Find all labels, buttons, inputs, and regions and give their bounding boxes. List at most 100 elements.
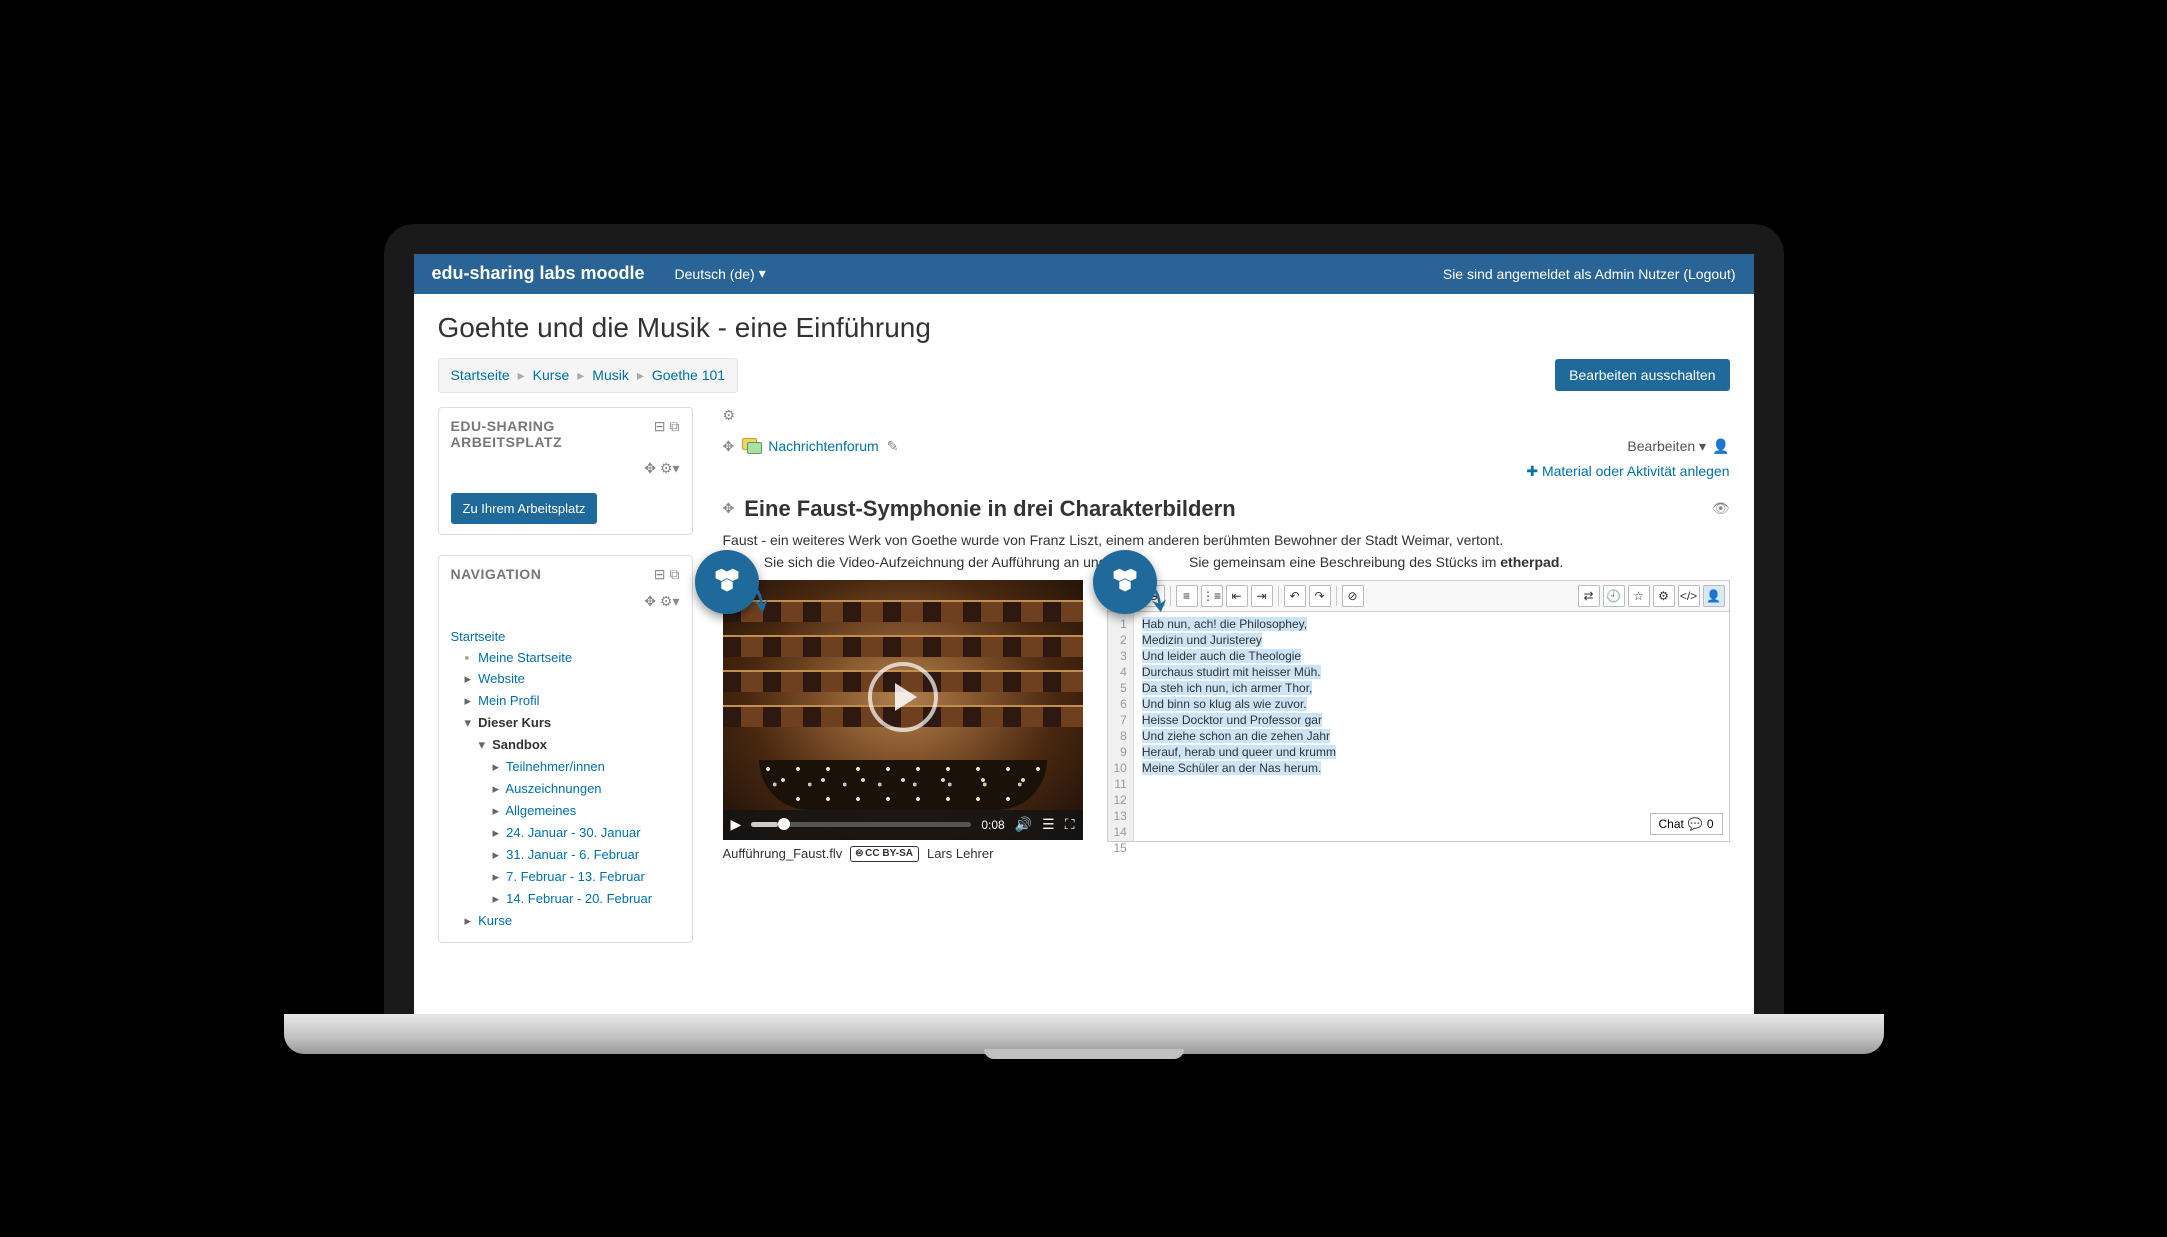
redo-icon[interactable]: ↷ bbox=[1309, 585, 1331, 607]
navbar: edu-sharing labs moodle Deutsch (de) ▾ S… bbox=[414, 254, 1754, 294]
language-selector[interactable]: Deutsch (de) ▾ bbox=[675, 265, 766, 282]
language-label: Deutsch (de) bbox=[675, 266, 755, 282]
users-icon[interactable]: 👤 bbox=[1703, 585, 1725, 607]
nav-teilnehmer[interactable]: Teilnehmer/innen bbox=[506, 759, 605, 774]
nav-week3[interactable]: 7. Februar - 13. Februar bbox=[506, 869, 645, 884]
unordered-list-icon[interactable]: ⋮≡ bbox=[1201, 585, 1223, 607]
breadcrumb-separator-icon: ▸ bbox=[518, 367, 525, 384]
toggle-editing-button[interactable]: Bearbeiten ausschalten bbox=[1555, 359, 1729, 391]
fullscreen-icon[interactable]: ⛶ bbox=[1065, 816, 1075, 833]
dock-icon[interactable]: ⧉ bbox=[670, 418, 680, 435]
navigation-block-title: NAVIGATION bbox=[451, 566, 542, 582]
nav-week1[interactable]: 24. Januar - 30. Januar bbox=[506, 825, 640, 840]
indent-icon[interactable]: ⇥ bbox=[1251, 585, 1273, 607]
forum-link[interactable]: Nachrichtenforum bbox=[768, 438, 879, 454]
ordered-list-icon[interactable]: ≡ bbox=[1176, 585, 1198, 607]
collapse-icon[interactable]: ⊟ bbox=[654, 418, 666, 435]
edu-sharing-badge bbox=[695, 550, 759, 614]
nav-auszeichnungen[interactable]: Auszeichnungen bbox=[505, 781, 601, 796]
volume-icon[interactable]: 🔊 bbox=[1015, 816, 1032, 833]
editor-body[interactable]: 123456789101112131415 Hab nun, ach! die … bbox=[1107, 612, 1730, 842]
subtitles-icon[interactable]: ☰ bbox=[1042, 816, 1055, 833]
caret-right-icon[interactable] bbox=[493, 759, 503, 775]
nav-dieser-kurs[interactable]: Dieser Kurs bbox=[478, 715, 551, 730]
video-time: 0:08 bbox=[981, 818, 1004, 832]
caret-right-icon[interactable] bbox=[493, 825, 503, 841]
user-link[interactable]: Admin Nutzer bbox=[1595, 266, 1680, 282]
embed-icon[interactable]: </> bbox=[1678, 585, 1700, 607]
clear-format-icon[interactable]: ⊘ bbox=[1342, 585, 1364, 607]
nav-week4[interactable]: 14. Februar - 20. Februar bbox=[506, 891, 652, 906]
arrow-down-right-icon bbox=[735, 578, 773, 616]
breadcrumb-item[interactable]: Goethe 101 bbox=[652, 367, 725, 383]
caret-right-icon[interactable] bbox=[493, 803, 503, 819]
caret-right-icon[interactable] bbox=[493, 847, 503, 863]
move-icon[interactable]: ✥ bbox=[723, 500, 735, 517]
gear-icon[interactable]: ⚙ bbox=[723, 407, 736, 423]
nav-meine-startseite[interactable]: Meine Startseite bbox=[478, 650, 572, 665]
import-export-icon[interactable]: ⇄ bbox=[1578, 585, 1600, 607]
star-icon[interactable]: ☆ bbox=[1628, 585, 1650, 607]
nav-week2[interactable]: 31. Januar - 6. Februar bbox=[506, 847, 639, 862]
section-paragraph: XXXX Sie sich die Video-Aufzeichnung der… bbox=[723, 554, 1730, 570]
timeslider-icon[interactable]: 🕘 bbox=[1603, 585, 1625, 607]
progress-bar[interactable] bbox=[751, 822, 971, 827]
play-icon[interactable]: ▶ bbox=[731, 816, 742, 833]
undo-icon[interactable]: ↶ bbox=[1284, 585, 1306, 607]
gear-icon[interactable]: ⚙ bbox=[660, 460, 673, 476]
pencil-icon[interactable]: ✎ bbox=[887, 438, 899, 455]
move-icon[interactable]: ✥ bbox=[644, 460, 656, 476]
outdent-icon[interactable]: ⇤ bbox=[1226, 585, 1248, 607]
page-title: Goehte und die Musik - eine Einführung bbox=[438, 312, 1730, 344]
nav-website[interactable]: Website bbox=[478, 671, 525, 686]
login-prefix: Sie sind angemeldet als bbox=[1443, 266, 1595, 282]
caret-right-icon[interactable] bbox=[493, 781, 503, 797]
caret-right-icon[interactable] bbox=[493, 869, 503, 885]
settings-icon[interactable]: ⚙ bbox=[1653, 585, 1675, 607]
editor-toolbar: S ≡ ⋮≡ ⇤ ⇥ ↶ ↷ ⊘ bbox=[1107, 580, 1730, 612]
nav-mein-profil[interactable]: Mein Profil bbox=[478, 693, 539, 708]
section-title: Eine Faust-Symphonie in drei Charakterbi… bbox=[744, 496, 1235, 522]
caret-right-icon[interactable] bbox=[493, 891, 503, 907]
caret-right-icon[interactable] bbox=[465, 671, 475, 687]
nav-startseite[interactable]: Startseite bbox=[451, 629, 506, 644]
person-icon[interactable]: 👤 bbox=[1712, 438, 1729, 455]
video-player[interactable]: ▶ 0:08 🔊 ☰ ⛶ bbox=[723, 580, 1083, 840]
breadcrumb-item[interactable]: Startseite bbox=[451, 367, 510, 383]
collapse-icon[interactable]: ⊟ bbox=[654, 566, 666, 583]
nav-allgemeines[interactable]: Allgemeines bbox=[505, 803, 576, 818]
editor-content[interactable]: Hab nun, ach! die Philosophey,Medizin un… bbox=[1134, 612, 1729, 841]
chat-button[interactable]: Chat 💬 0 bbox=[1650, 813, 1723, 835]
move-icon[interactable]: ✥ bbox=[644, 593, 656, 609]
breadcrumb-item[interactable]: Kurse bbox=[533, 367, 570, 383]
section-paragraph: Faust - ein weiteres Werk von Goethe wur… bbox=[723, 532, 1730, 548]
gear-icon[interactable]: ⚙ bbox=[660, 593, 673, 609]
nav-sandbox[interactable]: Sandbox bbox=[492, 737, 547, 752]
breadcrumb-separator-icon: ▸ bbox=[637, 367, 644, 384]
navbar-brand[interactable]: edu-sharing labs moodle bbox=[432, 263, 645, 284]
add-activity-link[interactable]: ✚ Material oder Aktivität anlegen bbox=[1526, 463, 1729, 479]
caret-right-icon[interactable] bbox=[465, 693, 475, 709]
edit-dropdown[interactable]: Bearbeiten ▾ bbox=[1627, 438, 1706, 455]
play-button[interactable] bbox=[868, 662, 938, 732]
move-icon[interactable]: ✥ bbox=[723, 438, 735, 455]
forum-icon bbox=[742, 438, 760, 454]
breadcrumb-item[interactable]: Musik bbox=[592, 367, 629, 383]
caret-down-icon[interactable] bbox=[465, 715, 475, 731]
eye-icon[interactable]: 👁 bbox=[1712, 500, 1730, 517]
license-badge: 🅭 CC BY-SA bbox=[850, 846, 919, 862]
navigation-tree: Startseite Meine Startseite Website Mein… bbox=[451, 626, 680, 932]
workspace-block-title: EDU-SHARING ARBEITSPLATZ bbox=[451, 418, 654, 450]
chat-bubble-icon: 💬 bbox=[1688, 817, 1703, 831]
workspace-button[interactable]: Zu Ihrem Arbeitsplatz bbox=[451, 493, 598, 524]
video-author: Lars Lehrer bbox=[927, 846, 993, 861]
edu-sharing-badge bbox=[1093, 550, 1157, 614]
nav-kurse[interactable]: Kurse bbox=[478, 913, 512, 928]
caret-down-icon: ▾ bbox=[759, 265, 766, 282]
dock-icon[interactable]: ⧉ bbox=[670, 566, 680, 583]
logout-link[interactable]: Logout bbox=[1688, 266, 1731, 282]
caret-right-icon[interactable] bbox=[465, 913, 475, 929]
login-info: Sie sind angemeldet als Admin Nutzer (Lo… bbox=[1443, 266, 1736, 282]
caret-down-icon[interactable] bbox=[479, 737, 489, 753]
line-gutter: 123456789101112131415 bbox=[1108, 612, 1134, 841]
